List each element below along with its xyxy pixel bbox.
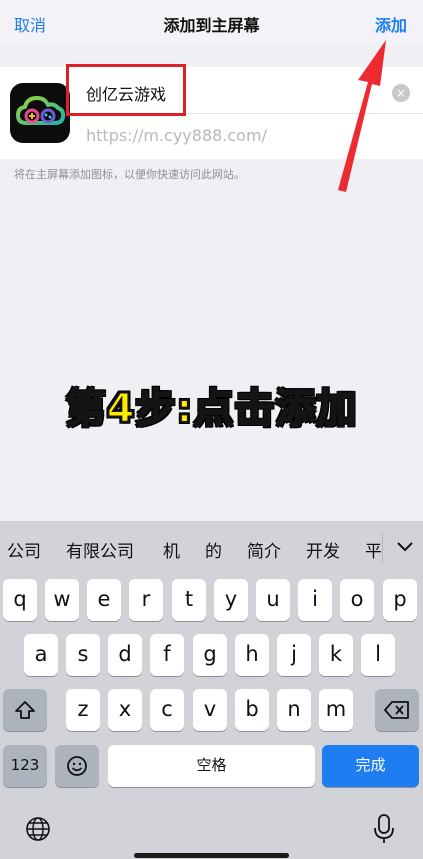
home-indicator [134, 853, 289, 858]
globe-icon [26, 817, 50, 841]
key-l[interactable]: l [361, 634, 395, 676]
close-icon: × [395, 86, 407, 100]
candidate-word[interactable]: 的 [205, 537, 222, 562]
shift-arrow-icon [15, 701, 35, 719]
key-e[interactable]: e [87, 579, 121, 621]
key-d[interactable]: d [108, 634, 142, 676]
name-input[interactable] [86, 79, 386, 107]
game-controller-cloud-icon [16, 96, 66, 125]
key-c[interactable]: c [150, 689, 184, 731]
key-y[interactable]: y [214, 579, 248, 621]
key-u[interactable]: u [256, 579, 290, 621]
candidate-word[interactable]: 开发 [306, 537, 340, 562]
key-k[interactable]: k [319, 634, 353, 676]
shift-key[interactable] [3, 689, 47, 731]
key-i[interactable]: i [298, 579, 332, 621]
keyboard: 公司 有限公司 机 的 简介 开发 平 q w e r t y u i o p … [0, 521, 423, 859]
microphone-icon [374, 814, 394, 843]
key-h[interactable]: h [235, 634, 269, 676]
candidate-word[interactable]: 机 [163, 537, 180, 562]
field-divider [86, 113, 423, 114]
key-s[interactable]: s [66, 634, 100, 676]
key-f[interactable]: f [150, 634, 184, 676]
key-v[interactable]: v [193, 689, 227, 731]
key-n[interactable]: n [277, 689, 311, 731]
page-title: 添加到主屏幕 [163, 16, 260, 35]
candidate-divider [382, 533, 383, 563]
candidate-bar: 公司 有限公司 机 的 简介 开发 平 [0, 521, 423, 575]
backspace-key[interactable] [375, 689, 419, 731]
emoji-icon [67, 756, 87, 776]
bookmark-form: × [0, 67, 423, 159]
key-b[interactable]: b [235, 689, 269, 731]
key-t[interactable]: t [172, 579, 206, 621]
nav-bar: 取消 添加到主屏幕 添加 [0, 0, 423, 44]
key-g[interactable]: g [193, 634, 227, 676]
candidate-word[interactable]: 简介 [247, 537, 281, 562]
candidate-word[interactable]: 平 [365, 537, 381, 562]
key-p[interactable]: p [383, 579, 417, 621]
key-w[interactable]: w [45, 579, 79, 621]
emoji-key[interactable] [55, 745, 99, 787]
backspace-icon [384, 701, 409, 719]
url-input[interactable] [86, 123, 386, 147]
add-button[interactable]: 添加 [375, 12, 407, 36]
app-icon [10, 83, 70, 143]
clear-text-button[interactable]: × [392, 84, 410, 102]
key-r[interactable]: r [129, 579, 163, 621]
space-key[interactable]: 空格 [108, 745, 315, 787]
key-q[interactable]: q [3, 579, 37, 621]
key-j[interactable]: j [277, 634, 311, 676]
numbers-key[interactable]: 123 [3, 745, 47, 787]
key-o[interactable]: o [340, 579, 374, 621]
hint-text: 将在主屏幕添加图标，以便你快速访问此网站。 [14, 168, 245, 181]
candidate-word[interactable]: 有限公司 [66, 537, 134, 562]
dictation-button[interactable] [371, 813, 397, 849]
done-key[interactable]: 完成 [322, 745, 419, 787]
candidate-word[interactable]: 公司 [7, 537, 41, 562]
expand-candidates-button[interactable] [392, 533, 418, 559]
globe-button[interactable] [24, 815, 52, 847]
key-a[interactable]: a [24, 634, 58, 676]
chevron-down-icon [397, 542, 413, 552]
key-z[interactable]: z [66, 689, 100, 731]
key-x[interactable]: x [108, 689, 142, 731]
tutorial-caption: 第4步:点击添加 [65, 385, 358, 433]
key-m[interactable]: m [319, 689, 353, 731]
